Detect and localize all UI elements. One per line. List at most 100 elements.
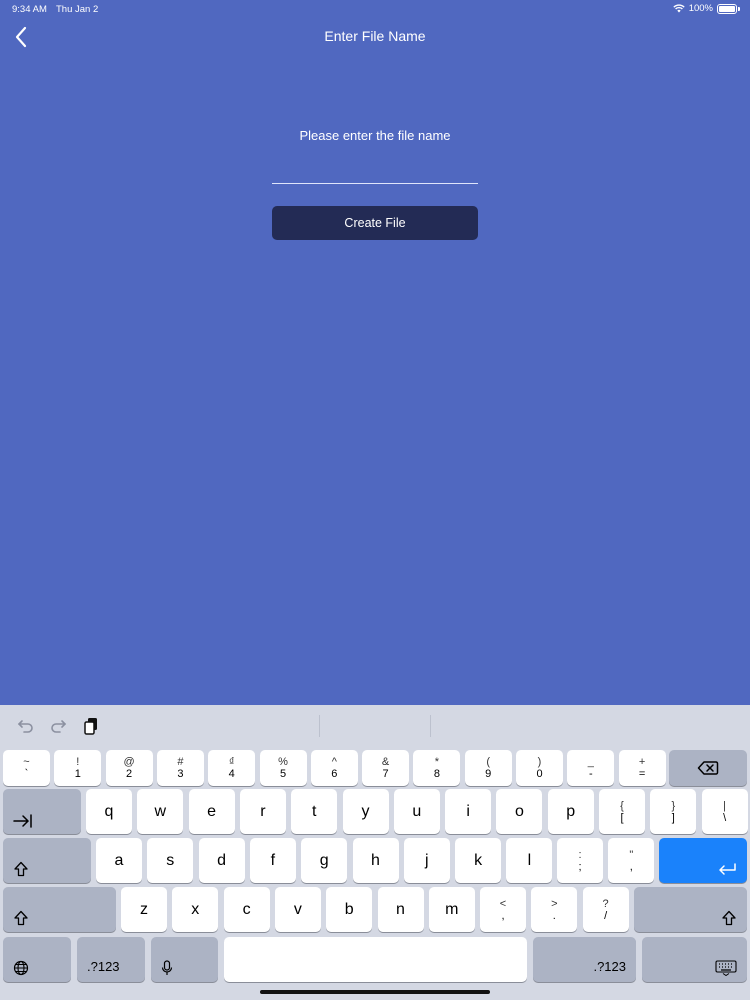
symbol-key[interactable]: :; bbox=[557, 838, 603, 883]
number-key[interactable]: ~ ` bbox=[3, 750, 50, 786]
letter-key[interactable]: g bbox=[301, 838, 348, 883]
letter-key[interactable]: x bbox=[172, 887, 219, 932]
key-label: ` bbox=[24, 768, 29, 780]
key-legend: ? / bbox=[603, 898, 609, 922]
numbers-key-left[interactable]: .?123 bbox=[77, 937, 145, 982]
number-key[interactable]: ! 1 bbox=[54, 750, 102, 786]
undo-button[interactable] bbox=[16, 716, 36, 736]
dismiss-keyboard-key[interactable] bbox=[642, 937, 747, 982]
key-shift-label: } bbox=[671, 799, 676, 812]
key-label: ] bbox=[671, 811, 675, 824]
number-key[interactable]: ^ 6 bbox=[310, 750, 358, 786]
symbol-key[interactable]: }] bbox=[650, 789, 697, 834]
tab-key[interactable] bbox=[3, 789, 81, 834]
letter-key[interactable]: h bbox=[352, 838, 399, 883]
key-label: ; bbox=[578, 860, 582, 873]
return-key[interactable] bbox=[659, 838, 747, 883]
status-right: 100% bbox=[673, 3, 740, 14]
symbol-key[interactable]: {[ bbox=[599, 789, 645, 834]
letter-key[interactable]: k bbox=[455, 838, 502, 883]
number-key[interactable]: % 5 bbox=[259, 750, 307, 786]
key-label: 8 bbox=[433, 768, 440, 780]
shift-right-key[interactable] bbox=[634, 887, 747, 932]
letter-key[interactable]: f bbox=[249, 838, 296, 883]
letter-key[interactable]: b bbox=[326, 887, 373, 932]
delete-key[interactable] bbox=[669, 750, 747, 786]
redo-button[interactable] bbox=[48, 716, 68, 736]
dictation-key[interactable] bbox=[151, 937, 218, 982]
number-key[interactable]: @2 bbox=[105, 750, 153, 786]
number-key[interactable]: + = bbox=[618, 750, 666, 786]
shift-icon bbox=[722, 910, 736, 926]
redo-icon bbox=[51, 720, 67, 733]
key-label: 5 bbox=[279, 768, 287, 780]
letter-key[interactable]: l bbox=[506, 838, 553, 883]
letter-key[interactable]: v bbox=[274, 887, 321, 932]
symbol-key[interactable]: ", bbox=[608, 838, 655, 883]
key-legend: % 5 bbox=[278, 756, 288, 780]
key-shift-label: > bbox=[551, 897, 558, 910]
space-bar[interactable] bbox=[224, 937, 527, 982]
letter-key[interactable]: r bbox=[239, 789, 286, 834]
letter-key[interactable]: y bbox=[342, 789, 389, 834]
symbol-key[interactable]: <, bbox=[480, 887, 526, 932]
numbers-key-right[interactable]: .?123 bbox=[533, 937, 636, 982]
letter-key[interactable]: o bbox=[496, 789, 543, 834]
letter-key[interactable]: t bbox=[291, 789, 338, 834]
shift-lock-key[interactable] bbox=[3, 838, 91, 883]
delete-icon bbox=[697, 761, 719, 775]
key-label: 9 bbox=[485, 768, 492, 780]
key-shift-label: ? bbox=[602, 897, 609, 910]
letter-key[interactable]: w bbox=[137, 789, 184, 834]
number-key[interactable]: & 7 bbox=[362, 750, 410, 786]
globe-key[interactable] bbox=[3, 937, 71, 982]
symbol-key[interactable]: >. bbox=[531, 887, 578, 932]
key-label: [ bbox=[620, 811, 624, 824]
letter-key[interactable]: z bbox=[121, 887, 167, 932]
toolbar-divider bbox=[319, 715, 320, 737]
paste-button[interactable] bbox=[81, 716, 101, 736]
letter-key[interactable]: u bbox=[393, 789, 440, 834]
number-key[interactable]: * 8 bbox=[413, 750, 461, 786]
status-bar: 9:34 AM Thu Jan 2 100% bbox=[0, 0, 750, 18]
number-key[interactable]: ) 0 bbox=[516, 750, 563, 786]
battery-tip bbox=[738, 6, 740, 11]
number-key[interactable]: (9 bbox=[464, 750, 512, 786]
shift-left-key[interactable] bbox=[3, 887, 116, 932]
letter-key[interactable]: n bbox=[377, 887, 424, 932]
number-key[interactable]: #3 bbox=[156, 750, 204, 786]
letter-key[interactable]: s bbox=[147, 838, 194, 883]
key-label: 6 bbox=[331, 768, 338, 780]
key-legend: :; bbox=[578, 849, 581, 873]
undo-icon bbox=[17, 720, 33, 733]
key-legend: (9 bbox=[485, 756, 491, 780]
letter-key[interactable]: d bbox=[198, 838, 245, 883]
letter-key[interactable]: j bbox=[403, 838, 450, 883]
letter-key[interactable]: e bbox=[188, 789, 235, 834]
key-shift-label: # bbox=[177, 756, 184, 768]
key-legend: * 8 bbox=[434, 756, 440, 780]
globe-icon bbox=[13, 960, 29, 976]
letter-key[interactable]: q bbox=[86, 789, 132, 834]
keyboard-dismiss-icon bbox=[715, 960, 737, 976]
symbol-key[interactable]: ? / bbox=[582, 887, 629, 932]
letter-key[interactable]: p bbox=[547, 789, 594, 834]
letter-key[interactable]: c bbox=[223, 887, 270, 932]
key-shift-label: _ bbox=[587, 756, 594, 768]
number-key[interactable]: ₫ 4 bbox=[208, 750, 256, 786]
number-key[interactable]: _ - bbox=[567, 750, 615, 786]
symbol-key[interactable]: | \ bbox=[701, 789, 748, 834]
tab-icon bbox=[13, 814, 32, 828]
key-shift-label: % bbox=[278, 756, 288, 768]
file-name-input[interactable] bbox=[272, 160, 478, 184]
file-name-prompt: Please enter the file name bbox=[299, 128, 451, 143]
letter-key[interactable]: m bbox=[428, 887, 475, 932]
key-legend: ₫ 4 bbox=[229, 756, 235, 780]
create-file-button[interactable]: Create File bbox=[272, 206, 478, 240]
letter-key[interactable]: a bbox=[96, 838, 142, 883]
letter-key[interactable]: i bbox=[445, 789, 492, 834]
key-label: 0 bbox=[536, 768, 543, 780]
key-shift-label: ( bbox=[486, 756, 491, 768]
key-legend: #3 bbox=[177, 756, 183, 780]
key-label: - bbox=[588, 768, 593, 780]
